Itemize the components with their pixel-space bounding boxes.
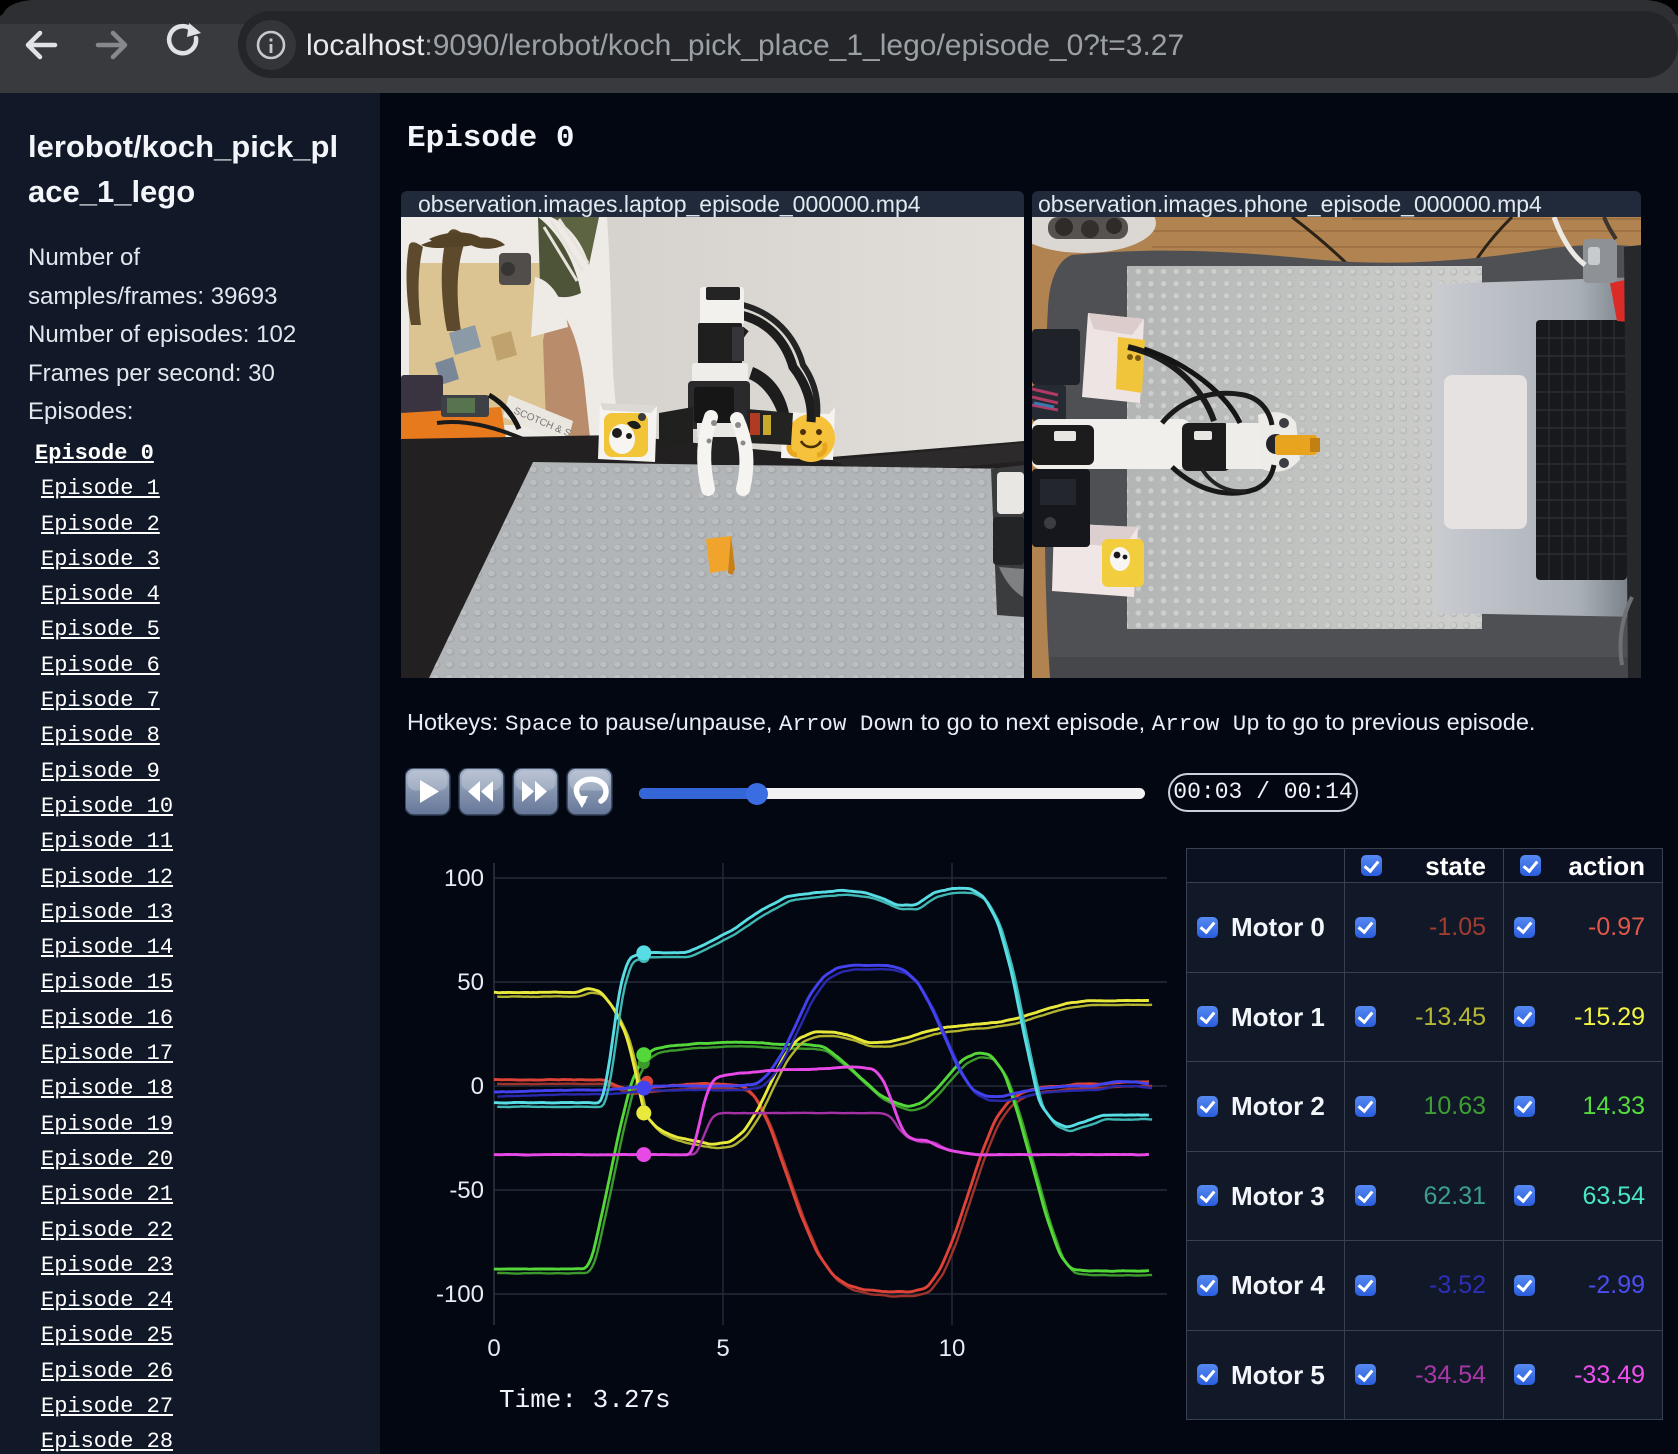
svg-text:10: 10 bbox=[939, 1335, 966, 1362]
svg-text:0: 0 bbox=[487, 1335, 500, 1362]
svg-text:Time: 3.27s: Time: 3.27s bbox=[499, 1385, 671, 1415]
svg-text:50: 50 bbox=[457, 969, 484, 996]
svg-text:0: 0 bbox=[471, 1073, 484, 1100]
svg-text:-50: -50 bbox=[449, 1177, 484, 1204]
svg-text:localhost:9090/lerobot/koch_pi: localhost:9090/lerobot/koch_pick_place_1… bbox=[306, 29, 1184, 62]
svg-text:-100: -100 bbox=[436, 1281, 484, 1308]
svg-text:5: 5 bbox=[716, 1335, 729, 1362]
svg-text:100: 100 bbox=[444, 865, 484, 892]
